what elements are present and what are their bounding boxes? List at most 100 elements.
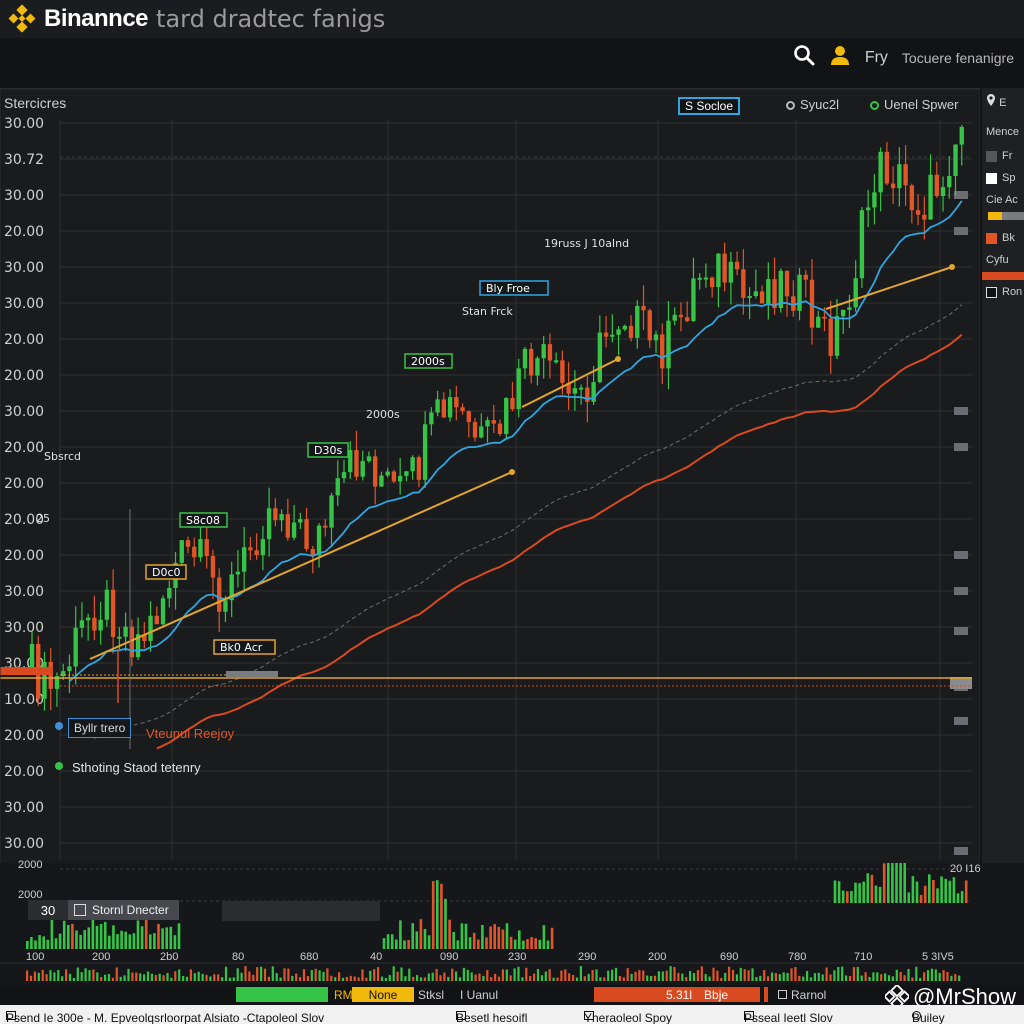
price-chart-panel[interactable]: 30.00 30.72 30.00 20.00 30.00 30.00 20.00 20.00… bbox=[0, 88, 980, 864]
volume-bar bbox=[169, 926, 173, 949]
candle-body bbox=[335, 478, 340, 496]
candlestick-chart[interactable]: 30.00 30.72 30.00 20.00 30.00 30.00 20.00 20.00… bbox=[0, 89, 980, 864]
rp-item-fr[interactable]: Fr bbox=[986, 150, 1012, 162]
candle-body bbox=[185, 540, 191, 547]
checkbox-icon[interactable] bbox=[986, 286, 997, 298]
candle-body bbox=[204, 539, 209, 556]
y-tick-label: 20.00 bbox=[4, 332, 44, 348]
candle-body bbox=[416, 457, 422, 480]
candle-body bbox=[422, 424, 428, 480]
volume-bar-small bbox=[770, 972, 774, 981]
settings-label[interactable]: Tocuere fenanigre bbox=[902, 50, 1014, 66]
right-side-panel[interactable]: E Mence Fr Sp Cie Ac Bk Cyfu Ron bbox=[982, 88, 1024, 863]
volume-bar-small bbox=[427, 973, 430, 981]
search-icon[interactable] bbox=[793, 44, 815, 71]
volume-bar bbox=[38, 935, 41, 949]
volume-bar-small bbox=[657, 971, 660, 981]
user-icon[interactable] bbox=[829, 44, 851, 71]
volume-bar-small bbox=[365, 977, 368, 981]
binance-logo-icon[interactable] bbox=[0, 4, 44, 34]
rp-progress bbox=[988, 212, 1024, 220]
indicator-box[interactable]: S Socloe bbox=[678, 97, 741, 115]
vol-tab[interactable]: 30 Stornl Dnecter bbox=[28, 900, 179, 920]
volume-bar bbox=[67, 924, 70, 949]
volume-bar-small bbox=[509, 975, 512, 981]
volume-bar-small bbox=[794, 967, 797, 981]
candle-body bbox=[816, 316, 821, 328]
rp-item-cyfu[interactable]: Cyfu bbox=[986, 254, 1009, 266]
volume-bar-small bbox=[841, 966, 844, 981]
volume-bar-small bbox=[837, 966, 840, 981]
volume-bar bbox=[382, 938, 386, 949]
volume-bar-small bbox=[451, 968, 454, 981]
checkbox-icon[interactable] bbox=[778, 990, 787, 999]
indicator-green[interactable]: Uenel Spwer bbox=[870, 97, 958, 112]
volume-bar-small bbox=[61, 976, 64, 981]
rp-item-bk[interactable]: Bk bbox=[986, 232, 1015, 244]
volume-bar-small bbox=[505, 969, 508, 981]
volume-chart[interactable] bbox=[0, 863, 1024, 985]
volume-x-label: 40 bbox=[370, 951, 383, 963]
candle-body bbox=[678, 314, 684, 318]
volume-bar-small bbox=[685, 977, 688, 981]
scale-marker bbox=[954, 717, 968, 725]
volume-bar-small bbox=[84, 968, 87, 981]
candle-body bbox=[903, 164, 908, 186]
candle-body bbox=[223, 600, 228, 612]
volume-bar bbox=[116, 934, 119, 949]
rp-item-e[interactable]: E bbox=[986, 94, 1006, 109]
volume-bar-small bbox=[221, 977, 224, 981]
rp-item-sp[interactable]: Sp bbox=[986, 172, 1015, 184]
volume-bar-small bbox=[942, 970, 945, 981]
candle-body bbox=[254, 550, 259, 556]
candle-body bbox=[179, 540, 184, 563]
volume-bar-small bbox=[907, 968, 910, 981]
legend-box[interactable]: Byllr trero bbox=[68, 718, 132, 738]
volume-bar-small bbox=[37, 972, 40, 981]
volume-bar-small bbox=[954, 974, 957, 981]
user-label[interactable]: Fry bbox=[865, 49, 888, 67]
volume-bar-small bbox=[388, 975, 391, 981]
status-red-seg[interactable]: 5.31l Bbje bbox=[594, 987, 760, 1002]
volume-bar bbox=[542, 925, 546, 949]
volume-panel[interactable]: 2000 2000 20 I16 30 Stornl Dnecter 100 20… bbox=[0, 859, 1024, 985]
volume-bar bbox=[923, 885, 927, 903]
candle-body bbox=[797, 274, 802, 311]
volume-bar-small bbox=[80, 972, 83, 981]
volume-bar-small bbox=[400, 967, 403, 981]
status-green-seg[interactable] bbox=[236, 987, 328, 1002]
volume-bar-small bbox=[228, 977, 231, 981]
y-tick-label: 20.00 bbox=[4, 224, 44, 240]
checkbox-icon[interactable] bbox=[74, 904, 86, 916]
rp-item-mence[interactable]: Mence bbox=[986, 126, 1019, 138]
volume-bar-small bbox=[938, 972, 941, 981]
status-seg-none[interactable]: None bbox=[352, 987, 414, 1002]
volume-bar-small bbox=[798, 975, 801, 981]
volume-bar-small bbox=[934, 969, 937, 981]
candle-body bbox=[872, 192, 877, 208]
volume-bar-small bbox=[326, 968, 329, 981]
rp-item-cie[interactable]: Cie Ac bbox=[986, 194, 1018, 206]
volume-bar-small bbox=[763, 970, 766, 981]
volume-bar bbox=[964, 880, 968, 903]
volume-bar bbox=[505, 923, 509, 949]
candle-body bbox=[454, 397, 459, 408]
legend-green-label: Sthoting Staod tetenry bbox=[72, 760, 201, 775]
volume-bar-small bbox=[131, 972, 134, 981]
rp-item-ron[interactable]: Ron bbox=[986, 286, 1022, 298]
volume-bar bbox=[850, 890, 853, 903]
volume-bar-small bbox=[708, 976, 711, 981]
indicator-sync[interactable]: Syuc2l bbox=[786, 97, 839, 112]
volume-bar-small bbox=[213, 974, 216, 981]
brand-name[interactable]: Binannce bbox=[44, 5, 149, 33]
candle-body bbox=[959, 126, 964, 145]
volume-bar bbox=[103, 921, 107, 949]
vol-tab-name[interactable]: Stornl Dnecter bbox=[68, 900, 179, 920]
candle-body bbox=[435, 399, 440, 413]
candle-body bbox=[722, 253, 727, 283]
volume-bar bbox=[75, 930, 78, 949]
scale-marker bbox=[954, 587, 968, 595]
status-seg-bbje: Bbje bbox=[704, 987, 729, 1002]
volume-bar-small bbox=[735, 974, 738, 981]
volume-bar-small bbox=[170, 977, 173, 981]
